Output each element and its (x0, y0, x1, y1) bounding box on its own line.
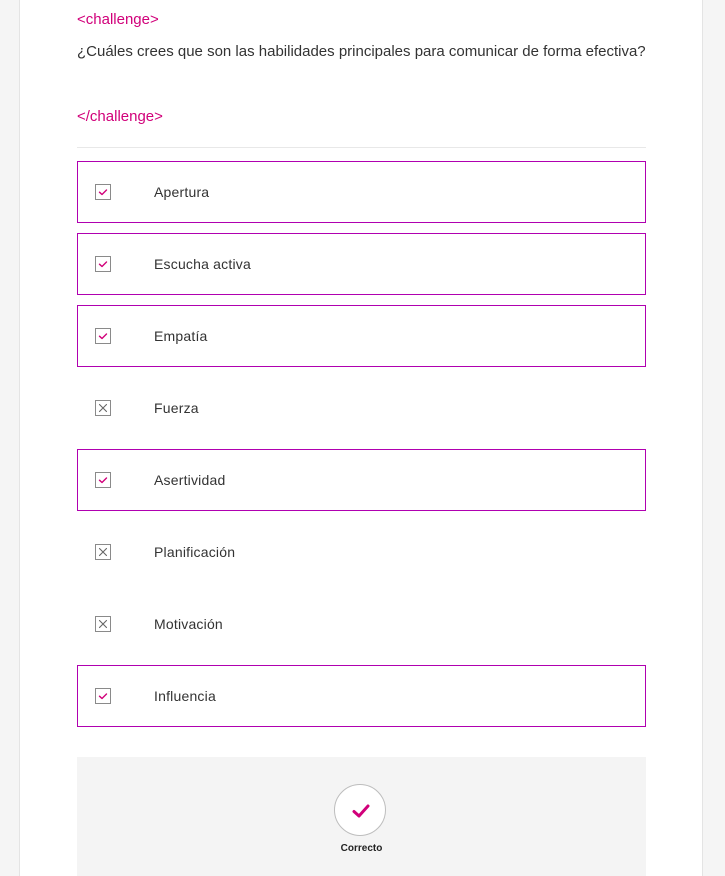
option-checkbox[interactable] (95, 688, 111, 704)
option-item[interactable]: Planificación (77, 521, 646, 583)
option-checkbox[interactable] (95, 256, 111, 272)
option-item[interactable]: Motivación (77, 593, 646, 655)
check-icon (98, 189, 108, 196)
cross-icon (98, 547, 108, 557)
option-checkbox[interactable] (95, 328, 111, 344)
option-item[interactable]: Asertividad (77, 449, 646, 511)
challenge-open-tag: <challenge> (77, 11, 159, 28)
option-label: Empatía (154, 328, 208, 344)
result-label: Correcto (340, 843, 383, 854)
option-label: Asertividad (154, 472, 226, 488)
question-text: ¿Cuáles crees que son las habilidades pr… (77, 43, 646, 60)
option-checkbox[interactable] (95, 616, 111, 632)
option-item[interactable]: Empatía (77, 305, 646, 367)
cross-icon (98, 403, 108, 413)
option-checkbox[interactable] (95, 184, 111, 200)
divider (77, 147, 646, 148)
check-icon (98, 693, 108, 700)
option-item[interactable]: Influencia (77, 665, 646, 727)
option-checkbox[interactable] (95, 544, 111, 560)
challenge-close-tag: </challenge> (77, 108, 163, 125)
option-item[interactable]: Escucha activa (77, 233, 646, 295)
option-label: Motivación (154, 616, 223, 632)
check-icon (98, 333, 108, 340)
check-icon (98, 477, 108, 484)
option-label: Planificación (154, 544, 236, 560)
option-label: Apertura (154, 184, 210, 200)
cross-icon (98, 619, 108, 629)
option-checkbox[interactable] (95, 472, 111, 488)
option-label: Escucha activa (154, 256, 251, 272)
option-item[interactable]: Apertura (77, 161, 646, 223)
option-checkbox[interactable] (95, 400, 111, 416)
option-label: Fuerza (154, 400, 199, 416)
feedback-panel: Correcto (77, 757, 646, 876)
checkmark-icon (352, 804, 370, 818)
option-label: Influencia (154, 688, 216, 704)
option-item[interactable]: Fuerza (77, 377, 646, 439)
result-badge (334, 784, 386, 836)
check-icon (98, 261, 108, 268)
